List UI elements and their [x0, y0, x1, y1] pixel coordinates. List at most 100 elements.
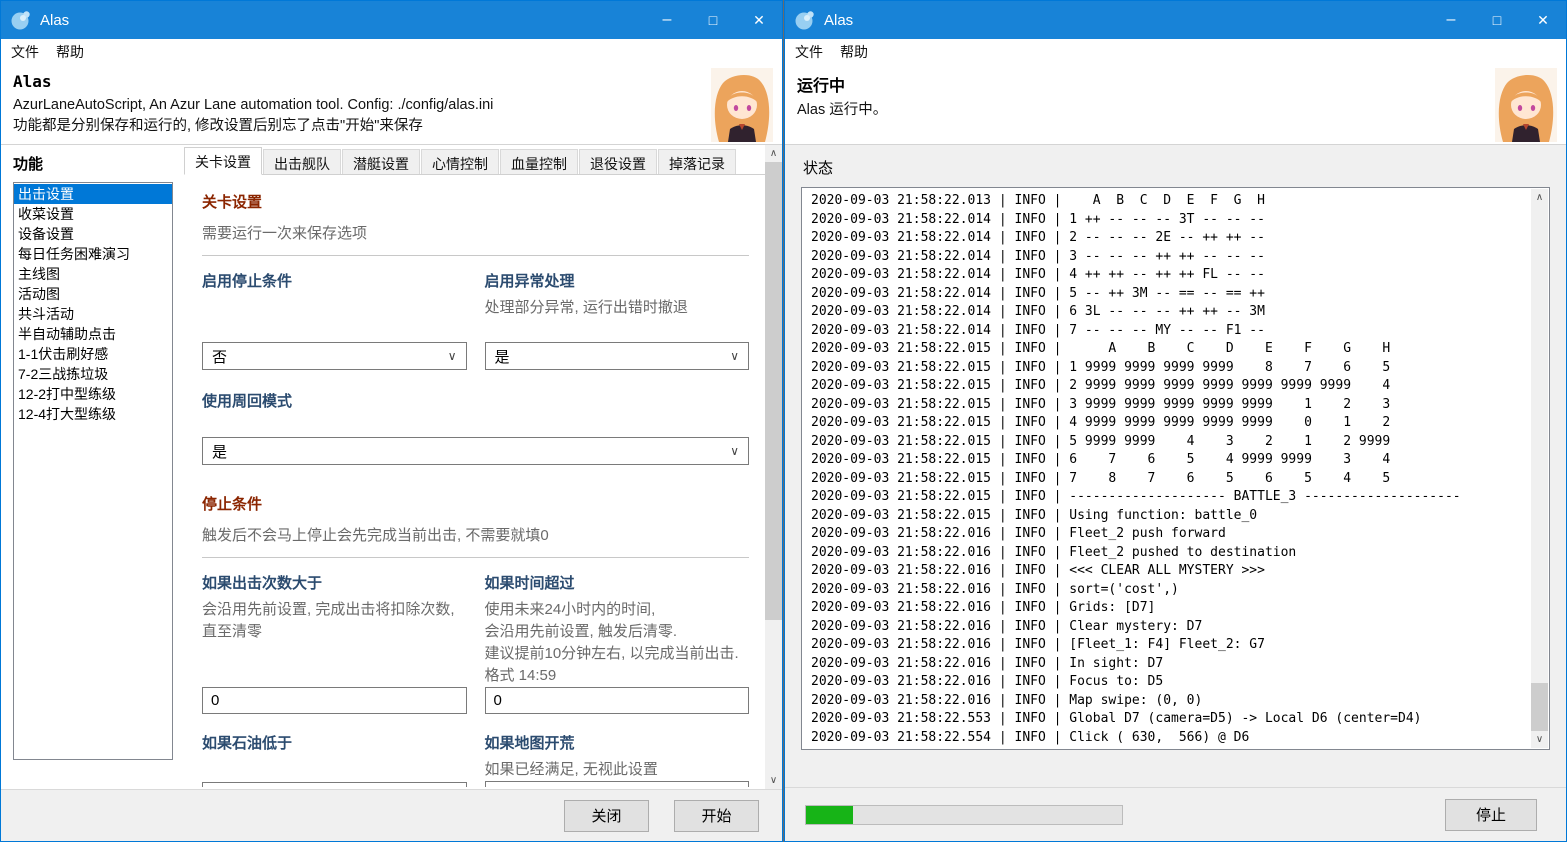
log-line: 2020-09-03 21:58:22.014 | INFO | 2 -- --…	[811, 230, 1265, 245]
sidebar-item[interactable]: 每日任务困难演习	[14, 244, 172, 264]
if-count-input[interactable]	[202, 687, 467, 714]
menu-item[interactable]: 帮助	[840, 40, 877, 64]
field-desc-if-count: 会沿用先前设置, 完成出击将扣除次数, 直至清零	[202, 601, 455, 640]
tab[interactable]: 关卡设置	[184, 147, 262, 175]
loop-mode-value: 是	[212, 443, 228, 461]
function-list[interactable]: 出击设置 收菜设置 设备设置 每日任务困难演习 主线图 活动图 共斗活动 半自动辅助点击 1-1…	[13, 182, 173, 760]
chevron-down-icon: ∨	[730, 444, 739, 458]
settings-panel: 关卡设置 出击舰队 潜艇设置 心情控制 血量控制 退役设置 掉落记录 关卡设置 需要运行一次…	[183, 145, 782, 789]
progress-bar	[805, 804, 1123, 825]
sidebar-item[interactable]: 主线图	[14, 264, 172, 284]
menubar: 文件 帮助	[1, 39, 782, 64]
section-desc-stage: 需要运行一次来保存选项	[202, 225, 368, 242]
log-line: 2020-09-03 21:58:22.015 | INFO | 2 9999 …	[811, 378, 1391, 393]
alas-logo-icon	[794, 9, 816, 31]
alas-logo-icon	[10, 9, 32, 31]
sidebar-item[interactable]: 1-1伏击刷好感	[14, 344, 172, 364]
close-dialog-button[interactable]: 关闭	[564, 799, 649, 832]
scroll-up-icon[interactable]: ∧	[765, 145, 782, 162]
log-line: 2020-09-03 21:58:22.014 | INFO | 7 -- --…	[811, 322, 1265, 338]
log-line: 2020-09-03 21:58:22.016 | INFO | Focus t…	[811, 674, 1164, 689]
field-label-loop-mode: 使用周回模式	[202, 393, 293, 410]
field-label-if-count: 如果出击次数大于	[202, 575, 323, 592]
log-line: 2020-09-03 21:58:22.015 | INFO | 1 9999 …	[811, 359, 1391, 375]
close-button-icon[interactable]: ✕	[1520, 1, 1566, 39]
tab[interactable]: 出击舰队	[263, 149, 341, 174]
log-line: 2020-09-03 21:58:22.014 | INFO | 3 -- --…	[811, 248, 1265, 264]
dialog-footer: 关闭 开始	[1, 789, 782, 841]
start-button[interactable]: 开始	[674, 799, 759, 832]
tab[interactable]: 心情控制	[421, 149, 499, 174]
close-button-icon[interactable]: ✕	[736, 1, 782, 39]
menu-item[interactable]: 帮助	[56, 40, 93, 64]
log-scrollbar[interactable]: ∧ ∨	[1531, 189, 1548, 748]
log-line: 2020-09-03 21:58:22.015 | INFO | 3 9999 …	[811, 396, 1391, 412]
run-status-title: 运行中	[797, 78, 846, 95]
scroll-down-icon[interactable]: ∨	[765, 772, 782, 789]
content-scrollbar[interactable]: ∧ ∨	[765, 145, 782, 789]
avatar	[710, 68, 774, 142]
log-line: 2020-09-03 21:58:22.016 | INFO | Map swi…	[811, 692, 1203, 708]
stop-button[interactable]: 停止	[1445, 798, 1537, 831]
tab[interactable]: 潜艇设置	[342, 149, 420, 174]
if-time-input[interactable]	[484, 687, 749, 714]
alas-settings-window: Alas – □ ✕ 文件 帮助 Alas AzurLaneAutoScript,…	[0, 0, 783, 842]
scrollbar-thumb[interactable]	[1531, 683, 1548, 731]
menu-item[interactable]: 文件	[795, 40, 832, 64]
app-header: 运行中 Alas 运行中。	[785, 64, 1566, 145]
titlebar[interactable]: Alas – □ ✕	[1, 1, 782, 39]
enable-exception-select[interactable]: 是 ∨	[484, 342, 749, 370]
app-header-subtitle: AzurLaneAutoScript, An Azur Lane automat…	[13, 97, 494, 113]
sidebar-item[interactable]: 12-2打中型练级	[14, 384, 172, 404]
avatar	[1494, 68, 1558, 142]
sidebar-item[interactable]: 收菜设置	[14, 204, 172, 224]
run-footer: 停止	[785, 787, 1566, 841]
log-line: 2020-09-03 21:58:22.016 | INFO | Fleet_2…	[811, 544, 1297, 560]
tab[interactable]: 掉落记录	[658, 149, 736, 174]
minimize-button-icon[interactable]: –	[1428, 1, 1474, 39]
field-desc-if-time: 使用未来24小时内的时间, 会沿用先前设置, 触发后清零. 建议提前10分钟左右…	[484, 601, 739, 684]
loop-mode-select[interactable]: 是 ∨	[202, 437, 749, 465]
maximize-button-icon[interactable]: □	[1474, 1, 1520, 39]
alas-running-window: Alas – □ ✕ 文件 帮助 运行中 Alas 运行中。 状态 2020-09…	[784, 0, 1567, 842]
section-title-stop: 停止条件	[202, 496, 263, 513]
app-header-title: Alas	[13, 72, 52, 91]
log-output[interactable]: 2020-09-03 21:58:22.013 | INFO | A B C D…	[801, 187, 1550, 750]
maximize-button-icon[interactable]: □	[690, 1, 736, 39]
log-line: 2020-09-03 21:58:22.015 | INFO | Using f…	[811, 507, 1258, 523]
if-map-select[interactable]: 否 ∨	[484, 781, 749, 788]
tab[interactable]: 血量控制	[500, 149, 578, 174]
sidebar-item[interactable]: 活动图	[14, 284, 172, 304]
sidebar-item[interactable]: 7-2三战拣垃圾	[14, 364, 172, 384]
log-line: 2020-09-03 21:58:22.016 | INFO | <<< CLE…	[811, 563, 1265, 578]
sidebar-item[interactable]: 12-4打大型练级	[14, 404, 172, 424]
log-line: 2020-09-03 21:58:22.016 | INFO | [Fleet_…	[811, 637, 1265, 652]
sidebar-item[interactable]: 半自动辅助点击	[14, 324, 172, 344]
tab-bar: 关卡设置 出击舰队 潜艇设置 心情控制 血量控制 退役设置 掉落记录	[184, 147, 765, 175]
window-title: Alas	[40, 11, 70, 29]
if-oil-input[interactable]	[202, 782, 467, 787]
log-line: 2020-09-03 21:58:22.553 | INFO | Global …	[811, 711, 1422, 726]
app-header-note: 功能都是分别保存和运行的, 修改设置后别忘了点击"开始"来保存	[13, 118, 423, 134]
sidebar-item[interactable]: 出击设置	[14, 184, 172, 204]
progress-fill	[806, 805, 854, 824]
minimize-button-icon[interactable]: –	[644, 1, 690, 39]
if-map-value: 否	[495, 785, 510, 788]
chevron-down-icon: ∨	[447, 349, 457, 363]
sidebar-item[interactable]: 设备设置	[14, 224, 172, 244]
menubar: 文件 帮助	[785, 39, 1566, 64]
titlebar[interactable]: Alas – □ ✕	[785, 1, 1566, 39]
sidebar-item[interactable]: 共斗活动	[14, 304, 172, 324]
log-line: 2020-09-03 21:58:22.015 | INFO | 6 7 6 5…	[811, 452, 1391, 467]
enable-stop-select[interactable]: 否 ∨	[202, 342, 467, 370]
sidebar-heading: 功能	[13, 156, 44, 173]
log-line: 2020-09-03 21:58:22.015 | INFO | -------…	[811, 489, 1461, 504]
scroll-down-icon[interactable]: ∨	[1531, 731, 1548, 748]
menu-item[interactable]: 文件	[11, 40, 48, 64]
scroll-up-icon[interactable]: ∧	[1531, 189, 1548, 206]
divider	[202, 255, 749, 256]
log-line: 2020-09-03 21:58:22.014 | INFO | 1 ++ --…	[811, 211, 1265, 227]
section-title-stage: 关卡设置	[202, 194, 263, 211]
tab[interactable]: 退役设置	[579, 149, 657, 174]
scrollbar-thumb[interactable]	[765, 162, 782, 620]
